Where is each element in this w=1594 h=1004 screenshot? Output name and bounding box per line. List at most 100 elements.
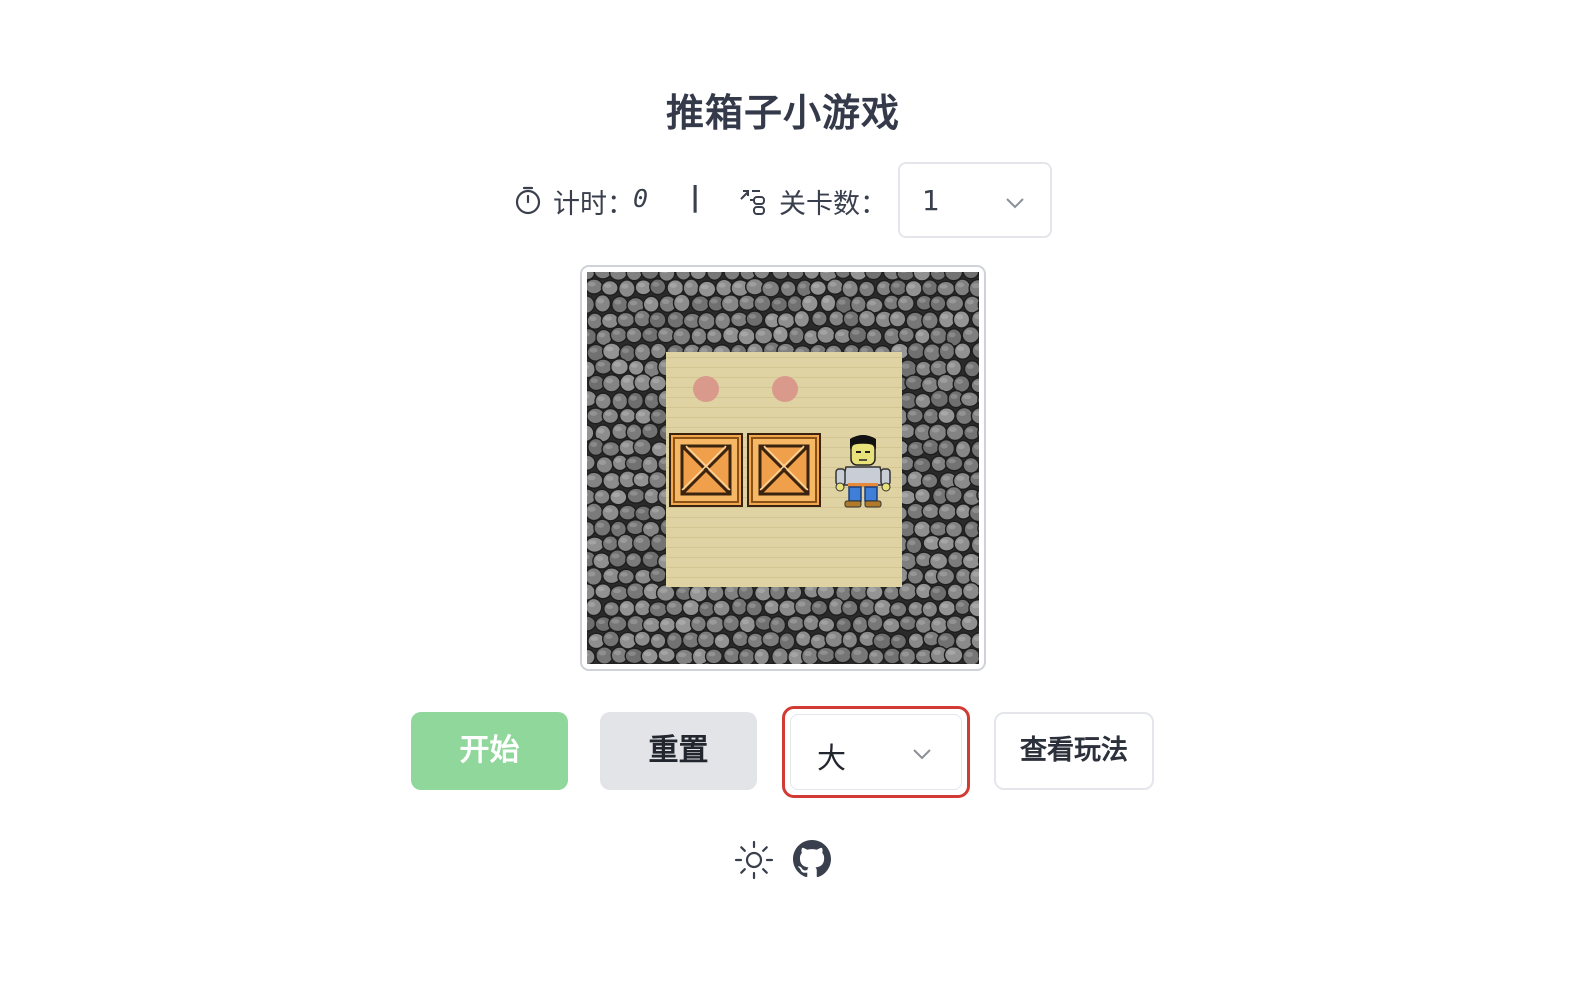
sun-icon[interactable] <box>734 840 774 880</box>
wall-stone <box>882 647 902 664</box>
wall-stone <box>611 295 629 314</box>
wall-stone <box>705 327 723 345</box>
wall-stone-highlight <box>933 393 942 399</box>
wall-stone <box>938 341 956 361</box>
wall-stone-highlight <box>635 537 644 544</box>
wall-stone-highlight <box>740 331 749 337</box>
wall-stone-highlight <box>725 330 734 336</box>
wall-stone <box>601 342 622 361</box>
wall-stone <box>858 280 876 298</box>
wall-stone <box>928 552 949 570</box>
wall-stone-highlight <box>804 650 812 657</box>
wall-stone-highlight <box>931 427 940 433</box>
wall-stone-highlight <box>659 588 668 594</box>
wall-stone-highlight <box>627 651 637 656</box>
wall-stone <box>648 374 668 392</box>
wall-stone-highlight <box>606 604 614 609</box>
wall-stone-highlight <box>652 411 661 417</box>
game-board[interactable] <box>587 272 979 664</box>
wall-stone <box>672 326 692 346</box>
wall-stone-highlight <box>917 619 926 626</box>
wall-stone <box>587 502 604 522</box>
wall-stone-highlight <box>861 634 870 639</box>
wall-stone-highlight <box>614 426 622 432</box>
wall-stone <box>633 598 652 617</box>
wall-stone-highlight <box>646 491 654 497</box>
wall-stone <box>897 326 915 344</box>
wall-stone-highlight <box>669 282 677 288</box>
wall-stone <box>642 295 660 313</box>
wall-stone-highlight <box>942 475 951 481</box>
wall-stone <box>770 296 789 313</box>
wall-stone <box>595 646 614 664</box>
wall-stone-highlight <box>838 299 846 305</box>
wall-stone-highlight <box>630 363 638 368</box>
wall-stone-highlight <box>724 298 733 304</box>
wall-stone-highlight <box>923 476 932 481</box>
size-select[interactable]: 大 <box>782 706 970 798</box>
level-label: 关卡数： <box>779 189 887 220</box>
github-icon[interactable] <box>793 840 831 878</box>
wall-stone-highlight <box>597 428 605 434</box>
wall-stone <box>648 601 669 618</box>
start-button[interactable]: 开始 <box>411 712 568 790</box>
wall-stone <box>929 294 947 313</box>
wall-stone <box>929 326 948 346</box>
wall-stone <box>633 309 652 328</box>
wall-stone-highlight <box>590 378 598 383</box>
wall-stone <box>625 551 643 569</box>
wall-stone-highlight <box>726 650 734 656</box>
wall-stone-highlight <box>637 411 646 417</box>
wall-stone <box>649 278 667 296</box>
wall-stone-highlight <box>637 282 646 288</box>
wall-stone-highlight <box>587 571 596 577</box>
size-select-box[interactable]: 大 <box>790 714 962 790</box>
wall-stone <box>731 630 750 648</box>
wall-stone-highlight <box>685 282 693 288</box>
wall-stone <box>689 615 707 633</box>
wall-stone-highlight <box>772 619 780 626</box>
wall-stone <box>730 597 748 616</box>
wall-stone <box>641 616 662 634</box>
wall-stone <box>937 309 956 329</box>
wall-stone <box>947 550 965 569</box>
wall-stone <box>962 488 979 507</box>
wall-stone <box>905 407 924 424</box>
wall-stone-highlight <box>621 635 630 641</box>
wall-stone-highlight <box>827 633 836 640</box>
wall-stone-highlight <box>587 475 596 481</box>
wall-stone-highlight <box>851 329 860 335</box>
wall-stone-highlight <box>611 553 620 559</box>
wall-stone <box>904 279 923 298</box>
wall-stone-highlight <box>764 283 773 289</box>
wall-stone <box>953 534 972 553</box>
wall-stone-highlight <box>925 538 934 544</box>
wall-stone-highlight <box>621 283 629 289</box>
wall-stone <box>600 312 620 330</box>
wall-stone <box>618 407 637 424</box>
how-to-play-button[interactable]: 查看玩法 <box>994 712 1154 790</box>
reset-button[interactable]: 重置 <box>600 712 757 790</box>
level-select[interactable]: 1 <box>898 162 1052 238</box>
wall-stone-highlight <box>965 586 973 592</box>
wall-stone-highlight <box>589 316 597 322</box>
wall-stone-highlight <box>748 603 756 609</box>
wall-stone <box>745 310 764 328</box>
wall-stone <box>937 438 956 458</box>
wall-stone-highlight <box>878 314 887 320</box>
wall-stone-highlight <box>741 298 749 303</box>
wall-stone-highlight <box>868 331 876 337</box>
wall-stone <box>690 326 708 346</box>
wall-stone <box>794 629 812 648</box>
wall-stone-highlight <box>838 620 846 625</box>
status-divider: | <box>690 180 701 213</box>
wall-stone-highlight <box>940 603 949 609</box>
wall-stone-highlight <box>932 649 941 655</box>
wall-stone-highlight <box>918 651 927 657</box>
wall-stone-highlight <box>948 524 956 530</box>
wall-stone <box>858 597 877 617</box>
wall-stone-highlight <box>629 300 638 306</box>
wall-stone-highlight <box>613 588 622 594</box>
wall-stone-highlight <box>628 427 636 433</box>
wall-stone-highlight <box>932 298 940 304</box>
